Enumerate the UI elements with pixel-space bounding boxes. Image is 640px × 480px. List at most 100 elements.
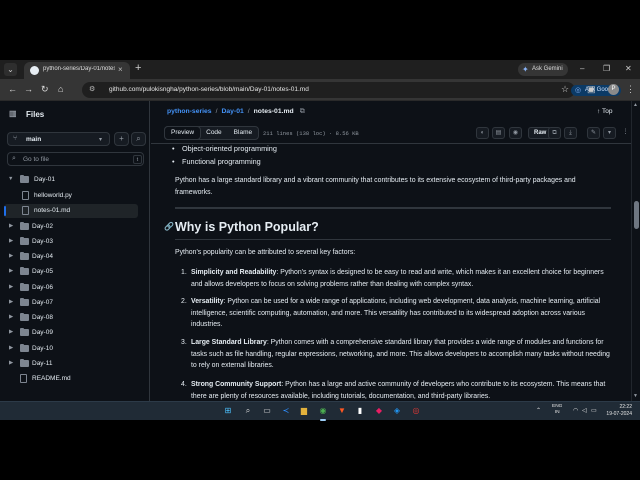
go-to-file-input[interactable] bbox=[23, 155, 123, 164]
branch-selector[interactable]: ⑂ main ▾ bbox=[7, 132, 110, 146]
tree-item-label: Day-08 bbox=[32, 314, 53, 321]
terminal-icon[interactable]: ▮ bbox=[354, 405, 366, 417]
code-review-icon[interactable]: ▤ bbox=[492, 127, 505, 139]
tree-folder-day-07[interactable]: ▶ Day-07 bbox=[4, 296, 138, 310]
app-icon[interactable]: ◆ bbox=[373, 405, 385, 417]
menu-kebab-icon[interactable]: ⋮ bbox=[626, 84, 635, 95]
tab-code[interactable]: Code bbox=[200, 127, 228, 139]
tree-folder-day-02[interactable]: ▶ Day-02 bbox=[4, 220, 138, 234]
profile-avatar[interactable]: P bbox=[608, 84, 619, 95]
tree-folder-day-06[interactable]: ▶ Day-06 bbox=[4, 281, 138, 295]
tree-folder-day-03[interactable]: ▶ Day-03 bbox=[4, 235, 138, 249]
battery-icon[interactable]: ▭ bbox=[591, 407, 597, 414]
edit-pencil-icon[interactable]: ✎ bbox=[587, 127, 600, 139]
recording-icon[interactable]: ◎ bbox=[410, 405, 422, 417]
tree-item-label: README.md bbox=[32, 375, 71, 382]
google-lens-icon: ◎ bbox=[575, 87, 582, 94]
volume-icon[interactable]: ◁ bbox=[582, 407, 587, 414]
tree-folder-day-08[interactable]: ▶ Day-08 bbox=[4, 311, 138, 325]
chevron-down-icon: ▾ bbox=[99, 137, 103, 143]
breadcrumb-folder-link[interactable]: Day-01 bbox=[221, 108, 243, 115]
maximize-icon[interactable]: ❐ bbox=[603, 64, 610, 73]
github-favicon-icon bbox=[30, 66, 39, 75]
horizontal-rule bbox=[175, 207, 611, 209]
list-item: Functional programming bbox=[172, 157, 261, 166]
tree-file-notes-01[interactable]: notes-01.md bbox=[4, 204, 138, 218]
scroll-down-icon[interactable]: ▼ bbox=[633, 393, 638, 399]
tree-file-helloworld[interactable]: helloworld.py bbox=[4, 189, 138, 203]
close-window-icon[interactable]: ✕ bbox=[625, 64, 632, 73]
back-to-top-link[interactable]: ↑ Top bbox=[597, 108, 612, 115]
search-button[interactable]: ⌕ bbox=[131, 132, 146, 146]
tree-folder-day-10[interactable]: ▶ Day-10 bbox=[4, 342, 138, 356]
start-windows-icon[interactable]: ⊞ bbox=[222, 405, 234, 417]
copy-path-icon[interactable]: ⧉ bbox=[300, 108, 305, 116]
folder-icon bbox=[20, 267, 29, 275]
tree-item-label: Day-01 bbox=[34, 176, 55, 183]
minimize-icon[interactable]: – bbox=[580, 64, 584, 73]
download-icon[interactable]: ⤓ bbox=[564, 127, 577, 139]
address-bar[interactable]: ⚙ github.com/pulokisngha/python-series/b… bbox=[82, 82, 621, 98]
vscode-icon[interactable]: ≺ bbox=[280, 405, 292, 417]
task-view-icon[interactable]: ▭ bbox=[261, 405, 273, 417]
tree-folder-day-01[interactable]: ▼ Day-01 bbox=[4, 173, 138, 187]
item-title: Strong Community Support bbox=[191, 381, 282, 388]
tab-preview[interactable]: Preview bbox=[164, 126, 202, 140]
wifi-icon[interactable]: ◠ bbox=[573, 407, 578, 414]
tree-item-label: Day-10 bbox=[32, 345, 53, 352]
more-options-icon[interactable]: ▾ bbox=[603, 127, 616, 139]
page-scrollbar[interactable]: ▲ ▼ bbox=[631, 101, 640, 401]
ask-gemini-button[interactable]: ✦ Ask Gemini bbox=[518, 63, 568, 76]
home-icon[interactable]: ⌂ bbox=[58, 84, 63, 95]
file-explorer-icon[interactable]: ▆ bbox=[298, 405, 310, 417]
browser-toolbar: ← → ↻ ⌂ ⚙ github.com/pulokisngha/python-… bbox=[0, 79, 640, 101]
folder-icon bbox=[20, 328, 29, 336]
chevron-right-icon: ▶ bbox=[9, 253, 14, 259]
tree-file-readme[interactable]: README.md bbox=[4, 372, 138, 386]
forward-icon[interactable]: → bbox=[24, 84, 33, 95]
tray-chevron-icon[interactable]: ⌃ bbox=[536, 407, 541, 414]
tree-item-label: helloworld.py bbox=[34, 192, 72, 199]
add-file-button[interactable]: + bbox=[114, 132, 129, 146]
collapse-sidebar-icon[interactable]: ▥ bbox=[9, 109, 17, 118]
anchor-link-icon[interactable]: 🔗 bbox=[164, 222, 174, 231]
extensions-icon[interactable]: ▣ bbox=[587, 84, 596, 95]
go-to-file-field[interactable]: ⌕ t bbox=[7, 152, 144, 166]
site-info-icon[interactable]: ⚙ bbox=[89, 85, 95, 93]
tree-folder-day-11[interactable]: ▶ Day-11 bbox=[4, 357, 138, 371]
folder-icon bbox=[20, 344, 29, 352]
copy-raw-icon[interactable]: ⧉ bbox=[548, 127, 561, 139]
new-tab-button[interactable]: + bbox=[135, 62, 141, 74]
chrome-icon[interactable]: ◉ bbox=[317, 405, 329, 421]
tab-close-icon[interactable]: × bbox=[118, 65, 123, 74]
scrollbar-thumb[interactable] bbox=[634, 201, 639, 229]
bookmark-star-icon[interactable]: ☆ bbox=[561, 84, 569, 95]
numbered-item: 3. Large Standard Library: Python comes w… bbox=[175, 337, 611, 372]
clock-time: 22:22 bbox=[619, 404, 632, 410]
folder-icon bbox=[20, 222, 29, 230]
chevron-right-icon: ▶ bbox=[9, 268, 14, 274]
reload-icon[interactable]: ↻ bbox=[41, 84, 49, 95]
browser-tab[interactable]: python-series/Day-01/notes-01.m × bbox=[24, 62, 130, 79]
tree-folder-day-05[interactable]: ▶ Day-05 bbox=[4, 265, 138, 279]
brave-icon[interactable]: ▼ bbox=[336, 405, 348, 417]
tree-folder-day-04[interactable]: ▶ Day-04 bbox=[4, 250, 138, 264]
tab-blame[interactable]: Blame bbox=[228, 127, 258, 139]
file-icon bbox=[20, 374, 27, 383]
breadcrumb-repo-link[interactable]: python-series bbox=[167, 108, 212, 115]
tab-strip: ⌄ python-series/Day-01/notes-01.m × + ✦ … bbox=[0, 60, 640, 79]
chevron-right-icon: ▶ bbox=[9, 238, 14, 244]
language-indicator[interactable]: ENG IN bbox=[552, 404, 562, 416]
tab-search-button[interactable]: ⌄ bbox=[4, 63, 17, 76]
symbols-icon[interactable]: ◉ bbox=[509, 127, 522, 139]
browser-window: ⌄ python-series/Day-01/notes-01.m × + ✦ … bbox=[0, 60, 640, 401]
system-clock[interactable]: 22:22 19-07-2024 bbox=[602, 404, 632, 418]
app-icon[interactable]: ◈ bbox=[391, 405, 403, 417]
search-icon[interactable]: ⌕ bbox=[242, 405, 254, 417]
back-icon[interactable]: ← bbox=[8, 84, 17, 95]
tree-folder-day-09[interactable]: ▶ Day-09 bbox=[4, 326, 138, 340]
scroll-up-icon[interactable]: ▲ bbox=[633, 102, 638, 108]
tree-item-label: Day-11 bbox=[32, 360, 53, 367]
url-text[interactable]: github.com/pulokisngha/python-series/blo… bbox=[109, 86, 309, 93]
copilot-icon[interactable]: ◐ bbox=[476, 127, 489, 139]
